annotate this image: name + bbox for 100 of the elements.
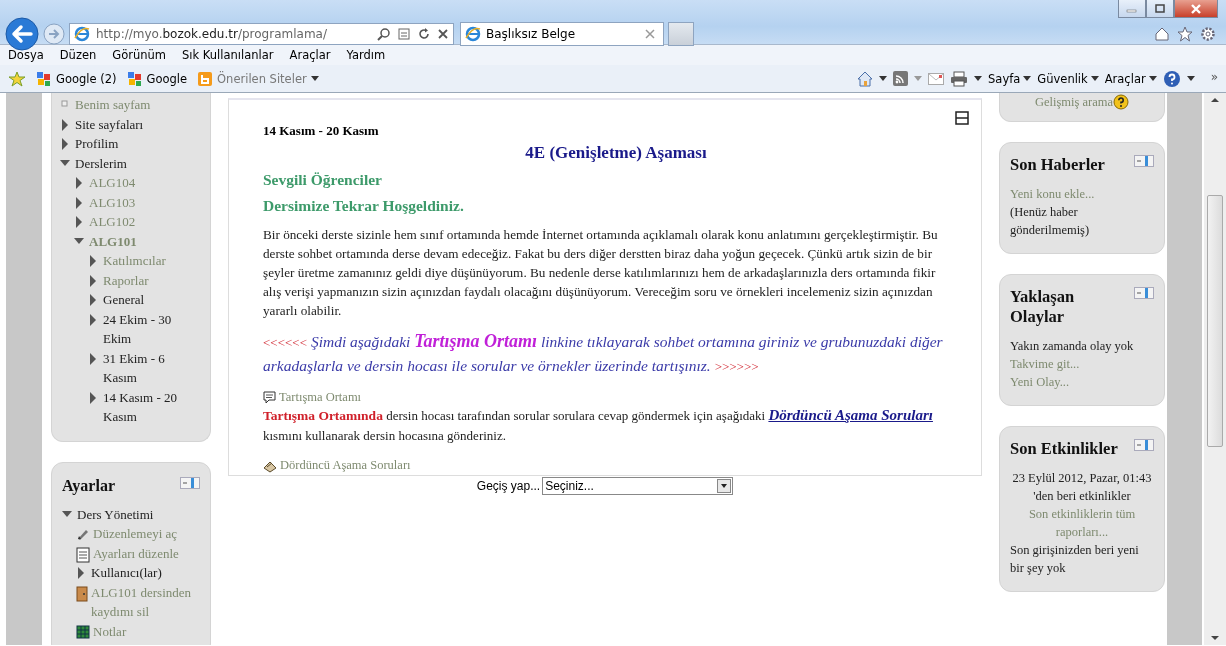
browser-tab[interactable]: Başlıksız Belge bbox=[460, 22, 664, 46]
collapsed-arrow-icon[interactable] bbox=[88, 255, 98, 267]
caret-icon[interactable] bbox=[1186, 75, 1195, 82]
favorite-link[interactable]: Google (2) bbox=[36, 70, 117, 87]
tree-item[interactable]: 24 Ekim - 30 Ekim bbox=[103, 309, 200, 349]
collapsed-arrow-icon[interactable] bbox=[88, 294, 98, 306]
favorite-link[interactable]: Google bbox=[126, 70, 188, 87]
block-text: (Henüz haber gönderilmemiş) bbox=[1010, 205, 1090, 237]
address-bar[interactable]: http://myo.bozok.edu.tr/programlama/ bbox=[69, 23, 454, 45]
questions-link[interactable]: Dördüncü Aşama Soruları bbox=[768, 407, 933, 423]
tree-item[interactable]: Derslerim bbox=[75, 153, 127, 173]
home-icon[interactable] bbox=[1154, 26, 1170, 42]
home-icon[interactable] bbox=[857, 70, 874, 87]
menu-item[interactable]: Görünüm bbox=[112, 48, 167, 62]
tree-item[interactable]: 31 Ekim - 6 Kasım bbox=[103, 348, 200, 388]
feed-icon[interactable] bbox=[893, 71, 909, 86]
instruction-paragraph: Tartışma Ortamında dersin hocası tarafından sorular sorulara cevap göndermek için aşağıdaki Dördüncü Aşama Soruları kısmını kullanarak dersin hocasına gönderiniz. bbox=[263, 406, 934, 445]
search-icon[interactable] bbox=[377, 27, 391, 41]
collapsed-arrow-icon[interactable] bbox=[60, 118, 70, 131]
refresh-icon[interactable] bbox=[417, 27, 431, 41]
speech-bubble-icon bbox=[263, 391, 276, 404]
caret-icon bbox=[1090, 75, 1099, 82]
favorite-link[interactable]: Önerilen Siteler bbox=[197, 70, 319, 87]
block-title: Ayarlar bbox=[62, 476, 115, 495]
caret-icon[interactable] bbox=[879, 75, 888, 82]
help-icon[interactable] bbox=[1162, 69, 1181, 88]
block-text: 23 Eylül 2012, Pazar, 01:43 'den beri etkinlikler bbox=[1012, 471, 1152, 503]
dock-icon[interactable] bbox=[1134, 287, 1154, 299]
grid-icon bbox=[76, 624, 90, 639]
mail-icon[interactable] bbox=[928, 72, 945, 85]
expanded-arrow-icon[interactable] bbox=[74, 235, 84, 246]
block-title: Son Etkinlikler bbox=[1010, 439, 1118, 459]
browser-icon bbox=[74, 26, 90, 42]
favorites-star-icon[interactable] bbox=[8, 70, 26, 87]
jump-select[interactable]: Seçiniz... bbox=[542, 477, 734, 495]
command-menu[interactable]: Güvenlik bbox=[1037, 71, 1099, 86]
menu-item[interactable]: Düzen bbox=[59, 48, 97, 62]
document-icon bbox=[76, 546, 90, 563]
close-tab-icon[interactable] bbox=[645, 29, 655, 39]
bullet-icon bbox=[60, 99, 70, 109]
body-paragraph: Bir önceki derste sizinle hem sınıf ortamında hemde İnternet ortamında açıklamalı olarak konu anlatımını gerçekleştirmiştir. Bu derste sohbet ortamında derse devam edeceğiz. Fakat bu ders diğer derstten biraz daha yoğun geçecek. Çünkü artık sizin de bir şeyler üretme zamanınız geldi diye düşünüyorum. Bu nedenle derse katılımlarınızı hem de arkadaşlarınızla ders ortamında fikir alış verişi yapmanızın sizin açınızdan faydalı olacağını düşünüyorum. Vereceğim soru ve örnekleri incelemeniz sizin açınızdan yararlı olabilir. bbox=[263, 226, 939, 320]
content-subheading: Dersimize Tekrar Hoşgeldiniz. bbox=[263, 197, 464, 214]
section-title: 14 Kasım - 20 Kasım bbox=[263, 123, 379, 139]
collapsed-arrow-icon[interactable] bbox=[88, 352, 98, 365]
close-icon bbox=[1189, 3, 1203, 14]
collapsed-arrow-icon[interactable] bbox=[60, 138, 70, 150]
google-icon bbox=[36, 70, 52, 87]
scroll-down-icon[interactable] bbox=[1211, 635, 1219, 641]
caret-icon bbox=[1148, 75, 1157, 82]
tree-item[interactable]: Ders Yönetimi bbox=[77, 504, 154, 524]
menu-item[interactable]: Yardım bbox=[346, 48, 386, 62]
tree-item[interactable]: 14 Kasım - 20 Kasım bbox=[103, 387, 200, 427]
scroll-up-icon[interactable] bbox=[1211, 97, 1219, 103]
caret-icon bbox=[1023, 75, 1032, 82]
collapsed-arrow-icon[interactable] bbox=[74, 177, 84, 189]
tree-item[interactable]: Kullanıcı(lar) bbox=[91, 563, 162, 583]
stop-icon[interactable] bbox=[437, 28, 449, 40]
collapsed-arrow-icon[interactable] bbox=[74, 216, 84, 228]
vertical-scrollbar[interactable] bbox=[1204, 93, 1226, 645]
tree-item[interactable]: Profilim bbox=[75, 134, 119, 154]
overflow-button[interactable]: » bbox=[1210, 69, 1218, 84]
command-menu[interactable]: Araçlar bbox=[1104, 71, 1157, 86]
menu-item[interactable]: Sık Kullanılanlar bbox=[182, 48, 274, 62]
collapsed-arrow-icon[interactable] bbox=[76, 567, 86, 579]
menu-item[interactable]: Araçlar bbox=[289, 48, 331, 62]
dock-icon[interactable] bbox=[180, 476, 200, 489]
tree-item[interactable]: Site sayfaları bbox=[75, 114, 144, 134]
tree-item[interactable]: General bbox=[103, 290, 145, 310]
jump-label: Geçiş yap... bbox=[476, 479, 541, 493]
block-text: Yakın zamanda olay yok bbox=[1010, 339, 1134, 353]
caret-icon bbox=[310, 75, 319, 82]
dock-icon[interactable] bbox=[1134, 155, 1154, 167]
command-menu[interactable]: Sayfa bbox=[988, 71, 1032, 86]
close-button[interactable] bbox=[1174, 0, 1218, 18]
suggested-sites-icon bbox=[197, 70, 214, 87]
settings-icon[interactable] bbox=[1200, 26, 1216, 42]
google-icon bbox=[126, 70, 143, 87]
expanded-arrow-icon[interactable] bbox=[60, 157, 70, 168]
menu-item[interactable]: Dosya bbox=[8, 48, 44, 62]
help-icon[interactable] bbox=[1113, 94, 1130, 110]
door-icon bbox=[76, 585, 88, 602]
collapsed-arrow-icon[interactable] bbox=[88, 391, 98, 404]
activity-link[interactable]: Tartışma Ortamı bbox=[279, 390, 362, 405]
block-title: Yaklaşan Olaylar bbox=[1010, 287, 1076, 327]
print-icon[interactable] bbox=[950, 70, 969, 87]
minimize-button[interactable] bbox=[1118, 0, 1146, 18]
callout-paragraph: <<<<<< Şimdi aşağıdaki Tartışma Ortamı linkine tıklayarak sohbet ortamına giriniz ve grubunuzdaki diğer arkadaşlarla ve dersin hocası ile sorular ve örnekler üzerinde tartışınız. >>>>>> bbox=[263, 330, 944, 376]
activity-link[interactable]: Dördüncü Aşama Soruları bbox=[280, 458, 411, 473]
collapse-icon[interactable] bbox=[955, 111, 969, 125]
collapsed-arrow-icon[interactable] bbox=[88, 274, 98, 287]
star-icon[interactable] bbox=[1177, 26, 1193, 42]
block-title: Son Haberler bbox=[1010, 155, 1105, 175]
caret-icon[interactable] bbox=[974, 75, 983, 82]
content-subheading: Sevgili Öğrenciler bbox=[263, 171, 382, 188]
dock-icon[interactable] bbox=[1134, 439, 1154, 451]
expanded-arrow-icon[interactable] bbox=[62, 508, 72, 519]
collapsed-arrow-icon[interactable] bbox=[74, 196, 84, 209]
collapsed-arrow-icon[interactable] bbox=[88, 313, 98, 326]
pencil-icon bbox=[76, 527, 90, 541]
maximize-button[interactable] bbox=[1146, 0, 1174, 18]
